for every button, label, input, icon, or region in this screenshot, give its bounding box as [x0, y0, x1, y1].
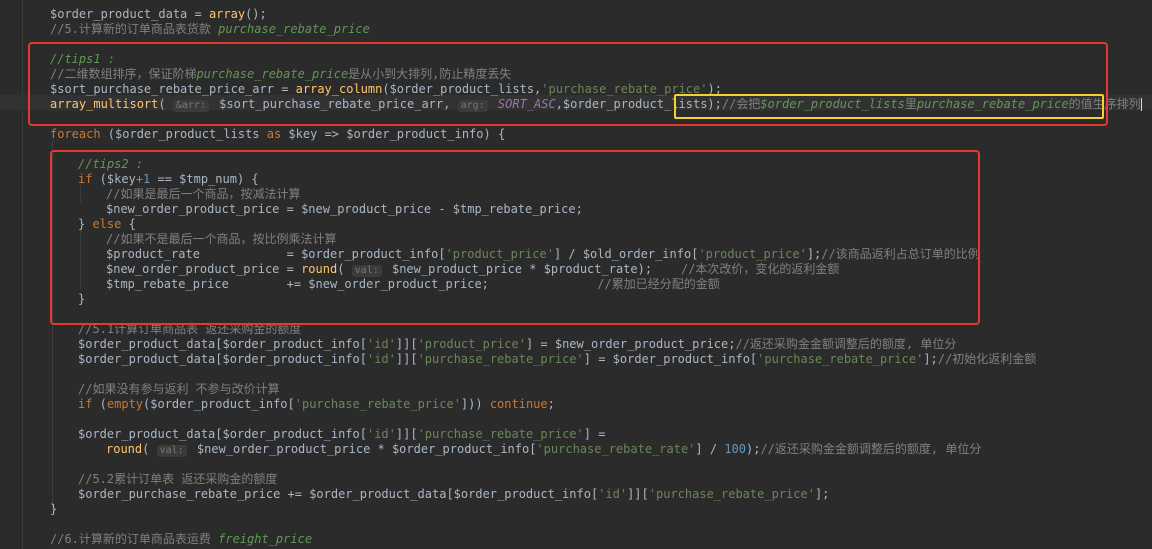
code-line[interactable]: //5.2累计订单表 返还采购金的额度 — [78, 472, 277, 487]
code-line[interactable]: $order_product_data[$order_product_info[… — [78, 427, 605, 442]
code-line[interactable]: $order_product_data[$order_product_info[… — [78, 352, 1036, 367]
code-line[interactable]: $order_product_data[$order_product_info[… — [78, 337, 956, 352]
annotation-box-comment — [674, 94, 1104, 119]
text-cursor — [1140, 98, 1142, 111]
code-line[interactable]: $order_product_data = array(); — [50, 7, 267, 22]
code-line[interactable]: //5.计算新的订单商品表货款 purchase_rebate_price — [50, 22, 370, 37]
code-line[interactable]: if (empty($order_product_info['purchase_… — [78, 397, 555, 412]
code-line[interactable]: foreach ($order_product_lists as $key =>… — [50, 127, 505, 142]
parameter-hint: val: — [156, 445, 187, 457]
code-line[interactable]: } — [50, 502, 57, 517]
code-line[interactable]: $order_purchase_rebate_price += $order_p… — [78, 487, 829, 502]
annotation-box-tips2 — [50, 150, 980, 325]
gutter-line — [22, 0, 23, 549]
code-line[interactable]: //如果没有参与返利 不参与改价计算 — [78, 382, 280, 397]
code-line[interactable]: //6.计算新的订单商品表运费 freight_price — [50, 532, 312, 547]
code-line[interactable]: round( val: $new_order_product_price * $… — [106, 442, 981, 457]
code-editor[interactable]: $order_product_data = array(); //5.计算新的订… — [0, 0, 1152, 549]
